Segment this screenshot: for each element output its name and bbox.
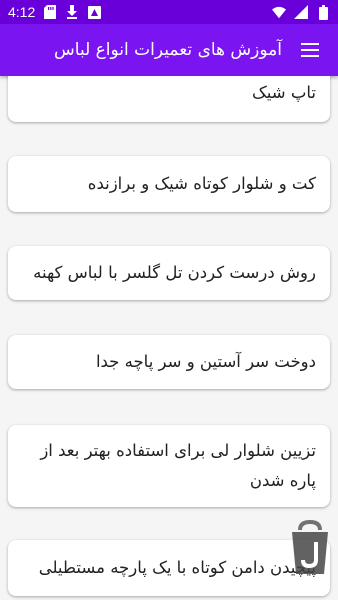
hamburger-menu-icon[interactable] — [298, 38, 322, 62]
list-item-label: پیچیدن دامن کوتاه با یک پارچه مستطیلی — [38, 558, 316, 577]
download-icon — [65, 5, 79, 19]
list-item[interactable]: دوخت سر آستین و سر پاچه جدا — [8, 335, 330, 389]
list-item[interactable]: پیچیدن دامن کوتاه با یک پارچه مستطیلی — [8, 540, 330, 596]
wifi-icon — [272, 5, 286, 19]
status-time: 4:12 — [8, 4, 36, 20]
app-bar: آموزش های تعمیرات انواع لباس — [0, 24, 338, 76]
status-bar: 4:12 — [0, 0, 338, 24]
list-item[interactable]: تاپ شیک — [8, 76, 330, 122]
list-item-label: تاپ شیک — [252, 83, 316, 102]
list-item[interactable]: تزیین شلوار لی برای استفاده بهتر بعد از … — [8, 425, 330, 507]
list-item-label: تزیین شلوار لی برای استفاده بهتر بعد از … — [40, 441, 316, 490]
news-icon — [87, 5, 101, 19]
list-item[interactable]: روش درست کردن تل گلسر با لباس کهنه — [8, 246, 330, 300]
list-item[interactable]: کت و شلوار کوتاه شیک و برازنده — [8, 156, 330, 212]
signal-icon — [294, 5, 308, 19]
list-item-label: روش درست کردن تل گلسر با لباس کهنه — [33, 263, 316, 282]
lesson-list: تاپ شیک کت و شلوار کوتاه شیک و برازنده ر… — [0, 76, 338, 600]
page-title: آموزش های تعمیرات انواع لباس — [54, 40, 282, 60]
battery-icon — [316, 4, 330, 20]
list-item-label: کت و شلوار کوتاه شیک و برازنده — [87, 174, 316, 193]
sd-card-icon — [43, 5, 57, 19]
bazaar-bag-icon — [290, 519, 330, 576]
list-item-label: دوخت سر آستین و سر پاچه جدا — [95, 352, 316, 371]
